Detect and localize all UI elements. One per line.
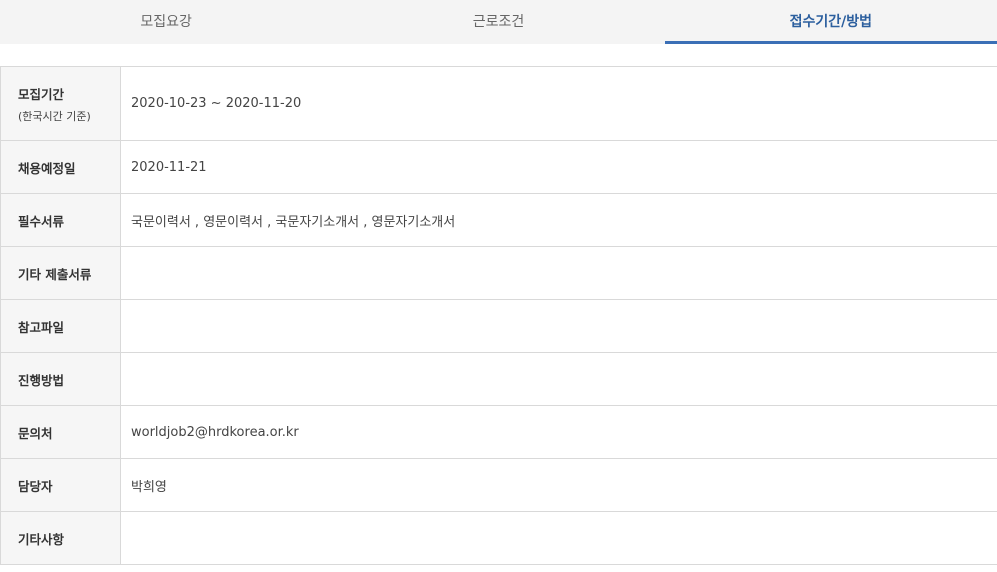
row-label-attachments: 참고파일: [0, 299, 121, 353]
row-value-method: [120, 352, 997, 406]
table-row: 기타사항: [0, 511, 997, 565]
application-info-table: 모집기간 (한국시간 기준) 2020-10-23 ~ 2020-11-20 채…: [0, 66, 997, 565]
row-value-other-docs: [120, 246, 997, 300]
table-row: 기타 제출서류: [0, 246, 997, 300]
row-label-period: 모집기간 (한국시간 기준): [0, 66, 121, 141]
table-row: 진행방법: [0, 352, 997, 406]
row-label-manager: 담당자: [0, 458, 121, 512]
row-value-required-docs: 국문이력서 , 영문이력서 , 국문자기소개서 , 영문자기소개서: [120, 193, 997, 247]
table-row: 필수서류 국문이력서 , 영문이력서 , 국문자기소개서 , 영문자기소개서: [0, 193, 997, 247]
table-row: 모집기간 (한국시간 기준) 2020-10-23 ~ 2020-11-20: [0, 66, 997, 141]
table-row: 채용예정일 2020-11-21: [0, 140, 997, 194]
row-value-period: 2020-10-23 ~ 2020-11-20: [120, 66, 997, 141]
row-value-manager: 박희영: [120, 458, 997, 512]
row-value-notes: [120, 511, 997, 565]
table-row: 참고파일: [0, 299, 997, 353]
tab-application-period-method[interactable]: 접수기간/방법: [664, 0, 997, 44]
tab-recruitment-guide[interactable]: 모집요강: [0, 0, 332, 44]
row-value-attachments: [120, 299, 997, 353]
row-sublabel-timezone: (한국시간 기준): [18, 109, 91, 123]
row-value-hire-date: 2020-11-21: [120, 140, 997, 194]
row-value-contact: worldjob2@hrdkorea.or.kr: [120, 405, 997, 459]
row-label-notes: 기타사항: [0, 511, 121, 565]
row-label-hire-date: 채용예정일: [0, 140, 121, 194]
table-row: 문의처 worldjob2@hrdkorea.or.kr: [0, 405, 997, 459]
row-label-other-docs: 기타 제출서류: [0, 246, 121, 300]
table-row: 담당자 박희영: [0, 458, 997, 512]
row-label-text: 모집기간: [18, 86, 65, 102]
row-label-method: 진행방법: [0, 352, 121, 406]
row-label-contact: 문의처: [0, 405, 121, 459]
row-label-required-docs: 필수서류: [0, 193, 121, 247]
tab-bar: 모집요강 근로조건 접수기간/방법: [0, 0, 997, 44]
tab-working-conditions[interactable]: 근로조건: [332, 0, 664, 44]
